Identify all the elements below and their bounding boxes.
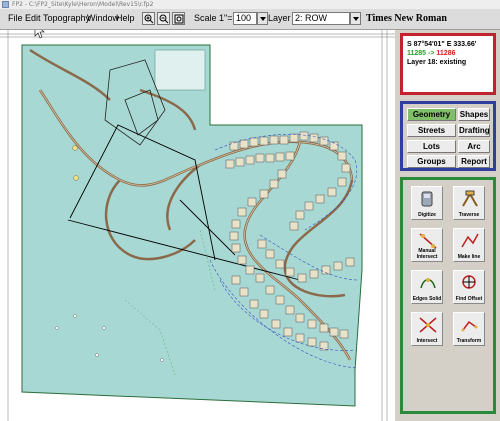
layer-readout: Layer 18: existing	[407, 59, 467, 66]
find-offset-button[interactable]: Find Offset	[453, 270, 485, 304]
menu-help[interactable]: Help	[116, 12, 135, 25]
streets-button[interactable]: Streets	[407, 124, 456, 137]
report-button[interactable]: Report	[458, 155, 490, 168]
layer-label: Layer	[268, 13, 291, 23]
font-name[interactable]: Times New Roman	[366, 12, 447, 25]
app-icon	[2, 1, 9, 8]
menu-window[interactable]: Window	[87, 12, 119, 25]
zoom-extents-icon	[174, 14, 184, 24]
menu-topography[interactable]: Topography	[43, 12, 90, 25]
make-line-icon	[461, 233, 479, 248]
zoom-out-button[interactable]	[157, 12, 170, 25]
manual-intersect-button[interactable]: Manual Intersect	[411, 228, 443, 262]
zoom-in-button[interactable]	[142, 12, 155, 25]
menu-edit[interactable]: Edit	[25, 12, 41, 25]
groups-button[interactable]: Groups	[407, 155, 456, 168]
site-plan-drawing[interactable]	[0, 30, 395, 421]
traverse-button[interactable]: Traverse	[453, 186, 485, 220]
find-offset-icon	[462, 275, 476, 289]
scale-label: Scale 1"=	[194, 13, 233, 23]
zoom-in-icon	[144, 14, 154, 24]
digitize-icon	[421, 191, 433, 207]
intersect-button[interactable]: Intersect	[411, 312, 443, 346]
geometry-button[interactable]: Geometry	[407, 108, 456, 121]
lots-button[interactable]: Lots	[407, 140, 456, 153]
command-panel: Geometry Shapes Streets Drafting Lots Ar…	[400, 101, 496, 171]
drafting-button[interactable]: Drafting	[458, 124, 490, 137]
layer-dropdown-icon[interactable]	[350, 12, 361, 25]
scale-input[interactable]: 100	[233, 12, 257, 25]
transform-button[interactable]: Transform	[453, 312, 485, 346]
bearing-readout: S 87°54'01" E 333.66'	[407, 41, 477, 48]
edges-solid-button[interactable]: Edges Solid	[411, 270, 443, 304]
point-numbers-readout: 11285 -> 11286	[407, 50, 456, 57]
menu-bar: File Edit Topography Window Help Scale 1…	[0, 9, 500, 30]
map-canvas[interactable]	[0, 30, 395, 421]
layer-select[interactable]: 2: ROW	[292, 12, 350, 25]
menu-file[interactable]: File	[8, 12, 23, 25]
make-line-button[interactable]: Make line	[453, 228, 485, 262]
arc-button[interactable]: Arc	[458, 140, 490, 153]
traverse-icon	[462, 190, 478, 207]
shapes-button[interactable]: Shapes	[458, 108, 490, 121]
zoom-extents-button[interactable]	[172, 12, 185, 25]
transform-icon	[461, 320, 478, 332]
info-panel: S 87°54'01" E 333.66' 11285 -> 11286 Lay…	[400, 33, 496, 95]
window-title: FP2 - C:\FP2_Site\Kyle\Heron\Model\Rev15…	[12, 1, 154, 8]
tool-panel: Digitize Traverse Manual Intersect Make …	[400, 177, 496, 414]
scale-dropdown-icon[interactable]	[257, 12, 268, 25]
digitize-button[interactable]: Digitize	[411, 186, 443, 220]
intersect-icon	[419, 317, 437, 333]
site-parcel	[21, 44, 363, 407]
edges-solid-icon	[420, 278, 436, 289]
zoom-out-icon	[159, 14, 169, 24]
